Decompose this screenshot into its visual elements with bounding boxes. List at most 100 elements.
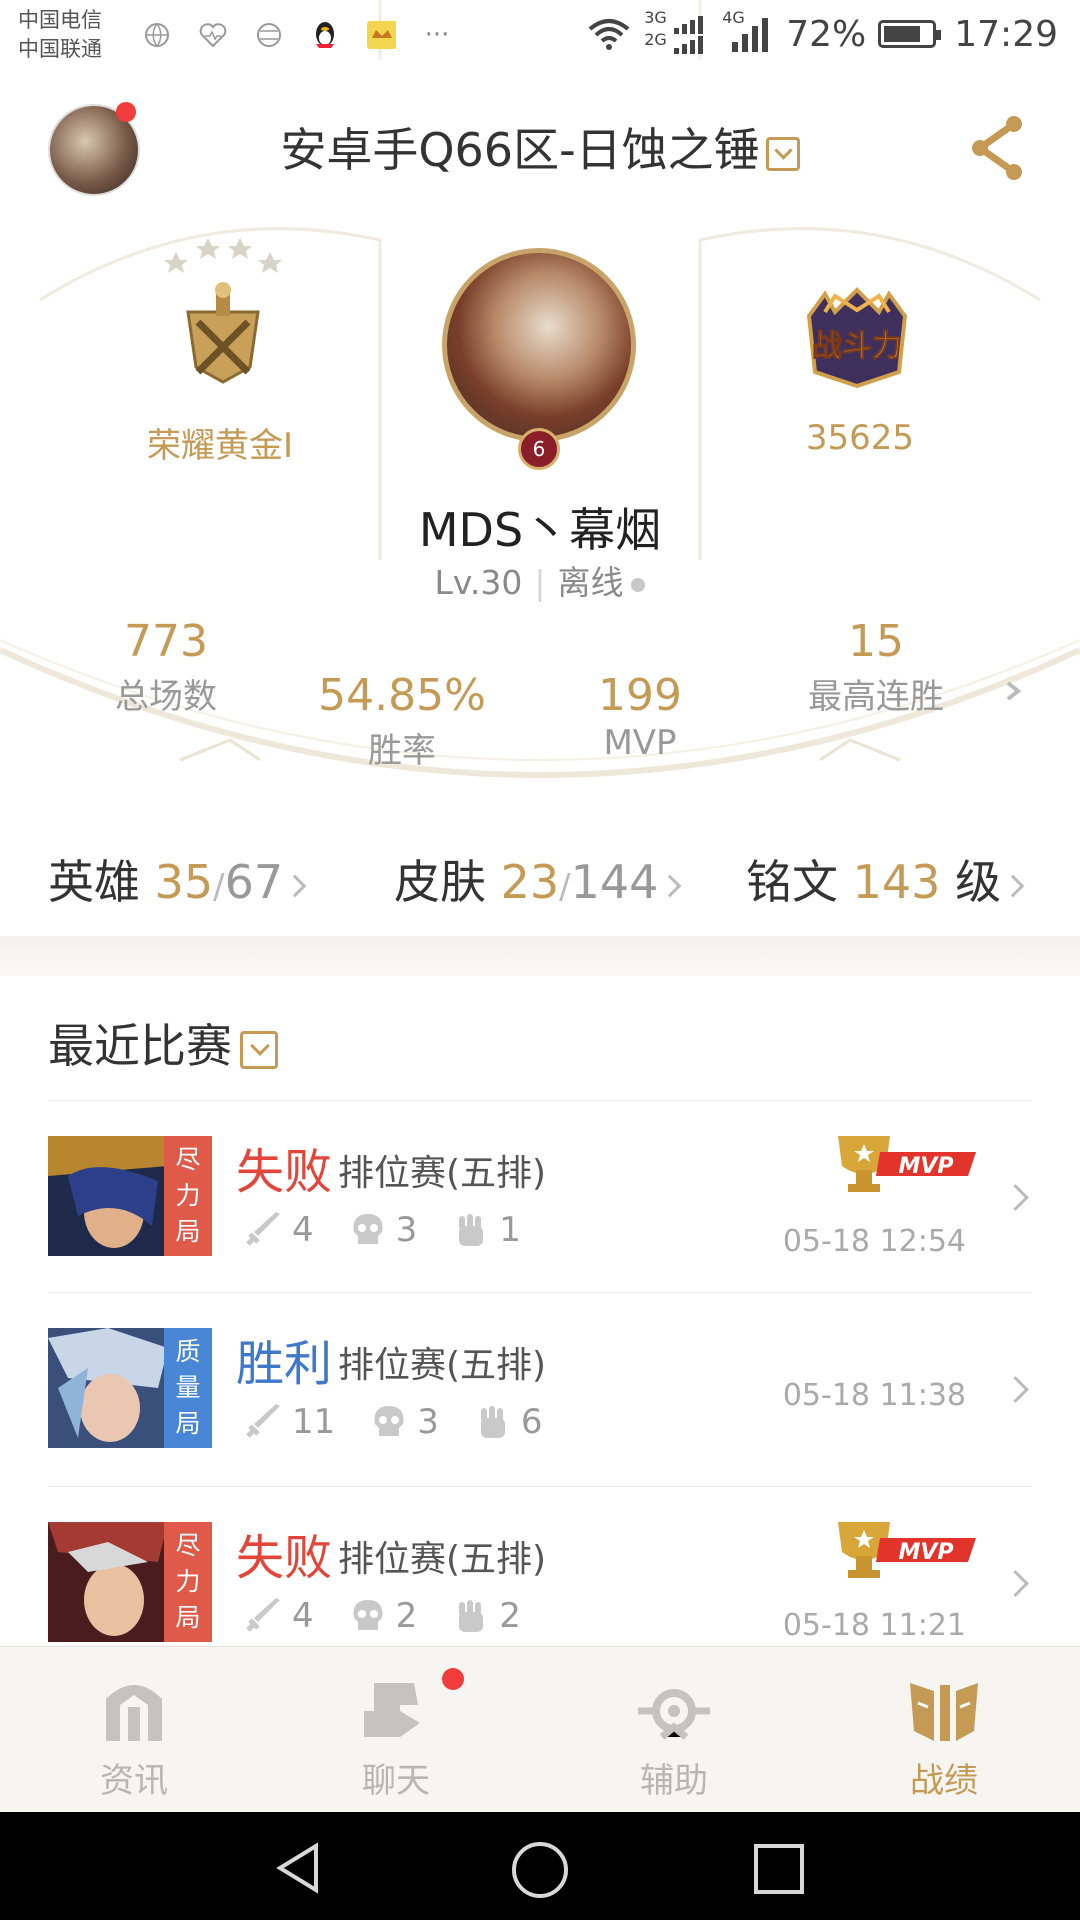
skins-count[interactable]: 皮肤 23/144 [394,846,682,912]
player-online-status: 离线 [557,563,624,602]
match-row[interactable]: 质量局 胜利 排位赛(五排) 11 3 6 05-18 11:38 [0,1302,1080,1482]
match-tag: 尽力局 [164,1522,212,1642]
rank-gold-badge-icon [164,238,282,384]
match-row[interactable]: 尽力局 失败 排位赛(五排) 4 2 2 MVP 05-18 11:21 [0,1496,1080,1646]
share-icon[interactable] [968,112,1028,182]
hero-portrait-3 [48,1522,168,1642]
signal-dual-icon: 3G 2G [644,8,710,56]
carrier-1: 中国电信 [18,8,102,32]
chevron-down-icon [765,136,800,171]
heart-rate-icon [198,20,228,50]
mvp-trophy-icon: MVP [838,1522,976,1578]
skins-total: 144 [570,855,659,909]
hand-icon [480,1406,505,1438]
kills: 4 [292,1210,314,1250]
chevron-right-icon [1002,1570,1029,1597]
wifi-icon [588,19,630,50]
inscription-level[interactable]: 铭文 143 级 [746,846,1025,912]
globe-icon [142,20,172,50]
rank-label: 荣耀黄金I [146,426,294,466]
system-nav-bar [0,1812,1080,1920]
assists: 1 [499,1210,521,1250]
more-icon: ··· [424,20,450,50]
chevron-right-icon [1002,1376,1029,1403]
stat-label: 总场数 [115,677,217,717]
chat-icon [364,1683,420,1737]
match-tag: 质量局 [164,1328,212,1448]
status-right: 3G 2G 4G 72% 17:29 [586,8,1058,56]
status-bar: 中国电信 中国联通 ··· 3G 2G 4G 72% 17:29 [0,0,1080,75]
tab-record[interactable]: 战绩 [864,1675,1024,1802]
deaths: 2 [395,1596,418,1636]
stat-value: 773 [124,616,208,667]
deaths: 3 [395,1210,418,1250]
recent-matches-filter[interactable]: 最近比赛 [48,1010,278,1076]
player-level: Lv.30 [434,563,523,602]
tab-news[interactable]: 资讯 [54,1675,214,1802]
assist-icon [638,1689,710,1740]
hero-portrait-1 [48,1136,168,1256]
mvp-badge-text: MVP [898,1154,953,1179]
stat-label: 最高连胜 [808,677,944,717]
hand-icon [459,1600,484,1632]
skins-owned: 23 [500,855,560,909]
stat-total-games: 773 总场数 [56,616,276,718]
match-kda: 11 3 6 [244,1402,577,1442]
divider [48,1100,1032,1101]
player-avatar[interactable] [442,248,636,442]
tab-assist[interactable]: 辅助 [594,1675,754,1802]
stat-win-rate: 54.85% 胜率 [292,670,512,772]
mvp-badge-text: MVP [898,1540,953,1565]
stat-label: MVP [603,723,677,763]
match-mode: 排位赛(五排) [338,1345,547,1386]
tab-assist-label: 辅助 [640,1761,708,1801]
match-result: 失败 [236,1144,333,1200]
chevron-right-icon [283,874,307,897]
combat-power-value: 35625 [805,418,915,458]
stat-value: 54.85% [318,670,486,721]
tab-chat-label: 聊天 [362,1761,430,1801]
hero-portrait-2 [48,1328,168,1448]
divider [48,1486,1032,1487]
tab-news-label: 资讯 [100,1761,168,1801]
back-icon[interactable] [270,1840,326,1896]
sword-icon [246,1212,280,1246]
skull-icon [374,1406,404,1436]
hand-icon [459,1214,484,1246]
collection-counts: 英雄 35/67 皮肤 23/144 铭文 143 级 [0,846,1080,909]
chevron-right-icon [1002,1184,1029,1211]
kills: 11 [292,1402,336,1442]
match-row[interactable]: 尽力局 失败 排位赛(五排) 4 3 1 MVP 05-18 12:54 [0,1110,1080,1290]
qq-penguin-icon [310,20,340,50]
carrier-labels: 中国电信 中国联通 [18,6,102,64]
match-kda: 4 3 1 [244,1210,555,1250]
tab-chat[interactable]: 聊天 [316,1675,476,1802]
inscription-value: 143 [852,855,941,909]
stat-label: 胜率 [368,731,436,771]
server-selector[interactable]: 安卓手Q66区-日蚀之锤 [0,114,1080,180]
heroes-count[interactable]: 英雄 35/67 [48,846,307,912]
recent-matches-title: 最近比赛 [48,1019,232,1073]
level-badge: 6 [518,428,560,470]
chevron-right-icon[interactable] [1002,680,1024,702]
chevron-right-icon [659,874,682,897]
inscription-unit: 级 [955,855,1002,909]
match-result: 胜利 [236,1336,333,1392]
recents-icon[interactable] [752,1842,808,1898]
match-time: 05-18 12:54 [782,1224,966,1259]
home-icon[interactable] [510,1840,570,1900]
stat-max-streak[interactable]: 15 最高连胜 [766,616,986,718]
mvp-trophy-icon: MVP [838,1136,976,1192]
record-icon [910,1683,978,1741]
skull-icon [353,1600,383,1630]
inscription-label: 铭文 [746,855,838,909]
stat-mvp: 199 MVP [530,670,750,763]
status-dot [631,577,646,592]
match-mode: 排位赛(五排) [338,1539,547,1580]
assists: 2 [499,1596,521,1636]
heroes-total: 67 [224,855,284,909]
sword-icon [246,1404,280,1438]
server-name: 安卓手Q66区-日蚀之锤 [280,123,760,177]
section-divider [0,936,1080,976]
stat-value: 199 [598,670,682,721]
